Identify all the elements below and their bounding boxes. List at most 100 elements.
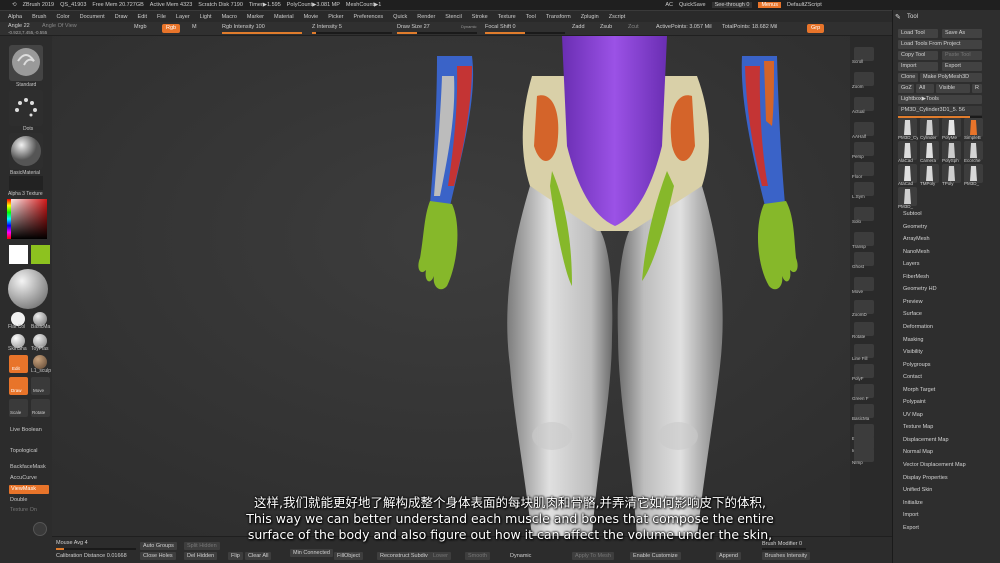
tool-section-fibermesh[interactable]: FiberMesh — [903, 274, 929, 280]
menus-button[interactable]: Menus — [758, 2, 781, 8]
sculpt-material-icon[interactable] — [33, 355, 47, 369]
tool-section-polypaint[interactable]: Polypaint — [903, 399, 926, 405]
auto-groups-button[interactable]: Auto Groups — [140, 542, 177, 550]
tool-section-masking[interactable]: Masking — [903, 337, 923, 343]
close-holes-button[interactable]: Close Holes — [140, 552, 176, 560]
color-picker[interactable] — [7, 199, 47, 239]
zcut-button[interactable]: Zcut — [628, 24, 639, 30]
z-intensity-track[interactable] — [312, 32, 392, 34]
secondary-color-swatch[interactable] — [31, 245, 50, 264]
smooth-button[interactable]: Smooth — [465, 552, 490, 560]
quicksave-button[interactable]: QuickSave — [679, 2, 706, 8]
tool-section-polygroups[interactable]: Polygroups — [903, 362, 931, 368]
fill-object-button[interactable]: FillObject — [334, 552, 363, 560]
goz-all-button[interactable]: All — [916, 84, 934, 93]
draw-size-track[interactable] — [397, 32, 477, 34]
draw-size-slider[interactable]: Draw Size 27 — [397, 24, 430, 30]
paste-tool-button[interactable]: Paste Tool — [942, 51, 982, 60]
tool-section-layers[interactable]: Layers — [903, 261, 920, 267]
m-button[interactable]: M — [192, 24, 197, 30]
menu-draw[interactable]: Draw — [115, 14, 128, 20]
menu-stencil[interactable]: Stencil — [445, 14, 462, 20]
menu-zplugin[interactable]: Zplugin — [581, 14, 599, 20]
tool-section-geometry-hd[interactable]: Geometry HD — [903, 286, 937, 292]
enable-customize-button[interactable]: Enable Customize — [630, 552, 681, 560]
menu-preferences[interactable]: Preferences — [354, 14, 384, 20]
tool-section-export[interactable]: Export — [903, 525, 919, 531]
import-button[interactable]: Import — [898, 62, 938, 71]
menu-alpha[interactable]: Alpha — [8, 14, 22, 20]
reconstruct-subdiv-button[interactable]: Reconstruct Subdiv — [377, 552, 431, 560]
menu-tool[interactable]: Tool — [526, 14, 536, 20]
focal-shift-slider[interactable]: Focal Shift 0 — [485, 24, 516, 30]
material-button[interactable] — [9, 133, 43, 169]
tool-section-displacement-map[interactable]: Displacement Map — [903, 437, 949, 443]
stroke-dots-button[interactable] — [9, 90, 43, 126]
tool-section-geometry[interactable]: Geometry — [903, 224, 927, 230]
lightbox-tools-button[interactable]: Lightbox▶Tools — [898, 95, 982, 104]
clear-all-button[interactable]: Clear All — [245, 552, 272, 560]
tool-section-import[interactable]: Import — [903, 512, 919, 518]
menu-quick[interactable]: Quick — [393, 14, 407, 20]
del-hidden-button[interactable]: Del Hidden — [184, 552, 218, 560]
menu-transform[interactable]: Transform — [546, 14, 571, 20]
angle-slider[interactable]: Angle 22 — [8, 23, 30, 29]
polygroups-button[interactable]: Grp — [807, 24, 825, 33]
alpha-button[interactable] — [9, 176, 43, 190]
zbrush-circle-icon[interactable] — [33, 522, 47, 536]
tool-section-texture-map[interactable]: Texture Map — [903, 424, 933, 430]
menu-macro[interactable]: Macro — [222, 14, 237, 20]
main-color-swatch[interactable] — [9, 245, 28, 264]
tool-section-deformation[interactable]: Deformation — [903, 324, 933, 330]
min-connected-button[interactable]: Min Connected — [290, 549, 333, 557]
tool-section-surface[interactable]: Surface — [903, 311, 922, 317]
tool-section-subtool[interactable]: Subtool — [903, 211, 922, 217]
focal-shift-track[interactable] — [485, 32, 565, 34]
tool-section-morph-target[interactable]: Morph Target — [903, 387, 935, 393]
tool-section-initialize[interactable]: Initialize — [903, 500, 923, 506]
split-hidden-button[interactable]: Split Hidden — [184, 542, 220, 550]
tool-section-preview[interactable]: Preview — [903, 299, 923, 305]
edit-button[interactable]: Edit — [9, 355, 28, 373]
append-button[interactable]: Append — [716, 552, 741, 560]
z-intensity-slider[interactable]: Z Intensity 5 — [312, 24, 342, 30]
tool-section-arraymesh[interactable]: ArrayMesh — [903, 236, 930, 242]
make-polymesh-button[interactable]: Make PolyMesh3D — [920, 73, 982, 82]
mouse-avg-track[interactable] — [56, 548, 136, 550]
tool-section-normal-map[interactable]: Normal Map — [903, 449, 933, 455]
brushes-intensity-button[interactable]: Brushes Intensity — [762, 552, 811, 560]
dynamic-toggle[interactable]: Dynamic — [461, 24, 477, 29]
brush-modifier-track[interactable] — [762, 548, 806, 550]
default-script-button[interactable]: DefaultZScript — [787, 2, 822, 8]
rotate-button[interactable]: Rotate — [31, 399, 50, 417]
export-button[interactable]: Export — [942, 62, 982, 71]
menu-stroke[interactable]: Stroke — [472, 14, 488, 20]
menu-layer[interactable]: Layer — [176, 14, 190, 20]
zsub-button[interactable]: Zsub — [600, 24, 612, 30]
viewmask-button[interactable]: ViewMask — [9, 485, 49, 494]
tool-section-nanomesh[interactable]: NanoMesh — [903, 249, 930, 255]
tool-section-visibility[interactable]: Visibility — [903, 349, 923, 355]
menu-picker[interactable]: Picker — [328, 14, 343, 20]
tool-section-display-properties[interactable]: Display Properties — [903, 475, 948, 481]
menu-zscript[interactable]: Zscript — [609, 14, 626, 20]
dynamic-button[interactable]: Dynamic — [510, 553, 531, 559]
goz-visible-button[interactable]: Visible — [936, 84, 970, 93]
mouse-avg-slider[interactable]: Mouse Avg 4 — [56, 540, 88, 546]
goz-r-button[interactable]: R — [972, 84, 982, 93]
menu-document[interactable]: Document — [80, 14, 105, 20]
canvas-viewport[interactable] — [52, 36, 850, 536]
rgb-intensity-track[interactable] — [222, 32, 302, 34]
hue-strip[interactable] — [7, 199, 11, 239]
tool-section-uv-map[interactable]: UV Map — [903, 412, 923, 418]
load-tools-from-project-button[interactable]: Load Tools From Project — [898, 40, 982, 49]
menu-edit[interactable]: Edit — [138, 14, 147, 20]
draw-button[interactable]: Draw — [9, 377, 28, 395]
rgb-intensity-slider[interactable]: Rgb Intensity 100 — [222, 24, 265, 30]
tool-section-unified-skin[interactable]: Unified Skin — [903, 487, 932, 493]
tool-section-contact[interactable]: Contact — [903, 374, 922, 380]
tool-section-vector-displacement-map[interactable]: Vector Displacement Map — [903, 462, 966, 468]
scale-button[interactable]: Scale — [9, 399, 28, 417]
menu-marker[interactable]: Marker — [247, 14, 264, 20]
menu-light[interactable]: Light — [200, 14, 212, 20]
